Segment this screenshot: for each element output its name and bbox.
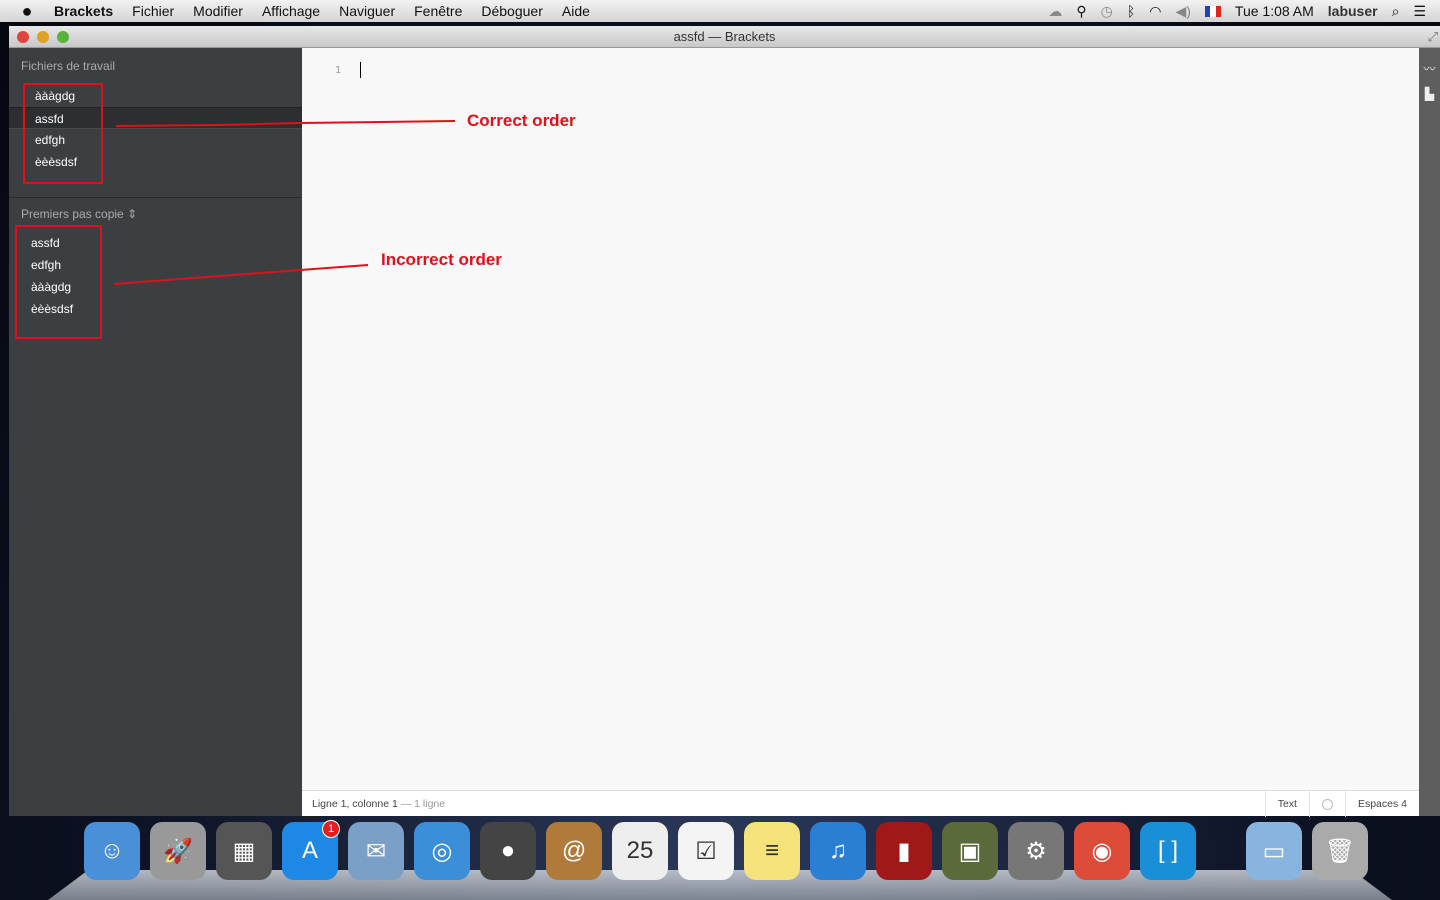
dock-item-photo-booth-2[interactable]: ▮ — [876, 822, 932, 880]
extension-manager-icon[interactable]: ▙ — [1419, 87, 1440, 101]
dock-icon-glyph: ◎ — [431, 837, 453, 865]
status-bar: Ligne 1, colonne 1 — 1 ligne Text Espace… — [302, 790, 1419, 817]
dock-icon-glyph: 25 — [626, 837, 654, 864]
volume-icon[interactable]: ◀) — [1175, 3, 1190, 20]
close-button[interactable] — [17, 31, 29, 43]
creative-cloud-icon[interactable]: ☁ — [1048, 3, 1062, 20]
dock-item-contacts[interactable]: @ — [546, 822, 602, 880]
dock-item-calendar[interactable]: 25 — [612, 822, 668, 880]
annotation-incorrect-order: Incorrect order — [381, 250, 502, 269]
dock-item-launchpad[interactable]: 🚀 — [150, 822, 206, 880]
spotlight-search-icon[interactable]: ⌕ — [1392, 3, 1400, 20]
dock-item-system-preferences[interactable]: ⚙ — [1008, 822, 1064, 880]
notification-center-icon[interactable]: ☰ — [1413, 3, 1426, 20]
live-preview-icon[interactable]: 〰 — [1419, 60, 1440, 77]
window-title: assfd — Brackets — [673, 29, 776, 44]
dock-item-documents[interactable]: ▭ — [1246, 822, 1302, 880]
menu-modifier[interactable]: Modifier — [193, 3, 243, 19]
dock-icon-glyph: ☑ — [695, 837, 717, 865]
dock-icon-glyph: @ — [561, 837, 587, 864]
brackets-window: assfd — Brackets ⤢ Fichiers de travail à… — [9, 26, 1440, 817]
zoom-button[interactable] — [57, 31, 69, 43]
dock: ☺ 🚀 ▦ A 1 ✉ ◎ ● @25 ☑ ≡ ♫ ▮ ▣ ⚙ ◉ [ ] ▭ 🗑 — [48, 820, 1392, 900]
fullscreen-icon[interactable]: ⤢ — [1428, 26, 1438, 48]
annotation-box-incorrect — [15, 225, 102, 339]
dock-item-safari[interactable]: ◎ — [414, 822, 470, 880]
dock-item-app-store[interactable]: A1 — [282, 820, 340, 880]
annotation-box-correct — [23, 83, 103, 184]
menu-fenetre[interactable]: Fenêtre — [414, 3, 462, 19]
menu-naviguer[interactable]: Naviguer — [339, 3, 395, 19]
dock-icon-glyph: ▭ — [1262, 837, 1286, 865]
dock-item-iphoto[interactable]: ▣ — [942, 822, 998, 880]
dock-icon-glyph: 🚀 — [163, 837, 193, 865]
notification-badge: 1 — [322, 820, 340, 838]
dock-icon-glyph: ✉ — [365, 837, 387, 865]
divider — [9, 197, 302, 198]
menu-affichage[interactable]: Affichage — [262, 3, 320, 19]
dock-item-photo-booth[interactable]: ▦ — [216, 822, 272, 880]
dock-item-itunes[interactable]: ♫ — [810, 822, 866, 880]
menu-aide[interactable]: Aide — [562, 3, 590, 19]
line-count: — 1 ligne — [397, 798, 446, 810]
dock-item-brackets[interactable]: [ ] — [1140, 822, 1196, 880]
dock-item-trash[interactable]: 🗑 — [1312, 822, 1368, 880]
dock-icon-glyph: [ ] — [1157, 837, 1178, 864]
linter-status[interactable] — [1308, 791, 1345, 817]
cursor-position: Ligne 1, colonne 1 — 1 ligne — [312, 791, 445, 817]
menu-fichier[interactable]: Fichier — [132, 3, 174, 19]
dock-icon-glyph: ▮ — [897, 837, 911, 865]
menu-deboguer[interactable]: Déboguer — [481, 3, 543, 19]
project-title[interactable]: Premiers pas copie ⇕ — [9, 207, 137, 221]
dock-icon-glyph: 🗑 — [1324, 837, 1356, 865]
dock-icon-glyph: ▦ — [232, 837, 256, 865]
user-menu[interactable]: labuser — [1328, 3, 1378, 19]
bluetooth-icon[interactable]: ᛒ — [1127, 3, 1135, 19]
dock-icon-glyph: ♫ — [829, 837, 847, 864]
dock-item-finder[interactable]: ☺ — [84, 822, 140, 880]
language-mode[interactable]: Text — [1264, 791, 1309, 817]
annotation-correct-order: Correct order — [467, 111, 576, 130]
binoculars-icon[interactable]: ⚲ — [1076, 3, 1086, 20]
dock-icon-glyph: ◉ — [1091, 837, 1113, 865]
dock-icon-glyph: ⚙ — [1025, 837, 1047, 865]
dock-icon-glyph: A — [301, 837, 318, 864]
chevron-updown-icon: ⇕ — [127, 207, 138, 221]
project-title-text: Premiers pas copie — [21, 207, 124, 221]
dock-icon-glyph: ● — [500, 837, 516, 864]
input-source-flag-icon[interactable] — [1204, 5, 1221, 17]
indent-setting[interactable]: Espaces 4 — [1344, 791, 1419, 817]
right-toolbar: 〰 ▙ — [1419, 48, 1440, 816]
cursor-position-text: Ligne 1, colonne 1 — [312, 798, 398, 810]
clock[interactable]: Tue 1:08 AM — [1235, 3, 1314, 19]
dock-icon-glyph: ☺ — [99, 837, 125, 864]
sidebar: Fichiers de travail àààgdg assfd edfgh è… — [9, 48, 302, 816]
minimize-button[interactable] — [37, 31, 49, 43]
dock-icon-glyph: ≡ — [764, 837, 779, 864]
menu-bar: ● Brackets Fichier Modifier Affichage Na… — [0, 0, 1440, 22]
dock-icon-glyph: ▣ — [958, 837, 982, 865]
dock-item-notes[interactable]: ≡ — [744, 822, 800, 880]
text-cursor — [360, 62, 361, 78]
dock-item-facetime[interactable]: ● — [480, 822, 536, 880]
menu-app[interactable]: Brackets — [54, 3, 113, 19]
apple-menu-icon[interactable]: ● — [0, 1, 54, 22]
linter-circle-icon — [1321, 798, 1333, 810]
line-number: 1 — [335, 65, 342, 76]
dock-item-mail[interactable]: ✉ — [348, 822, 404, 880]
wifi-icon[interactable]: ◠ — [1149, 3, 1161, 20]
dock-item-chrome[interactable]: ◉ — [1074, 822, 1130, 880]
code-editor[interactable]: 1 — [302, 48, 1419, 790]
title-bar: assfd — Brackets ⤢ — [9, 26, 1440, 48]
working-files-title: Fichiers de travail — [21, 59, 116, 73]
time-machine-icon[interactable]: ◷ — [1101, 3, 1113, 20]
dock-item-reminders[interactable]: ☑ — [678, 822, 734, 880]
